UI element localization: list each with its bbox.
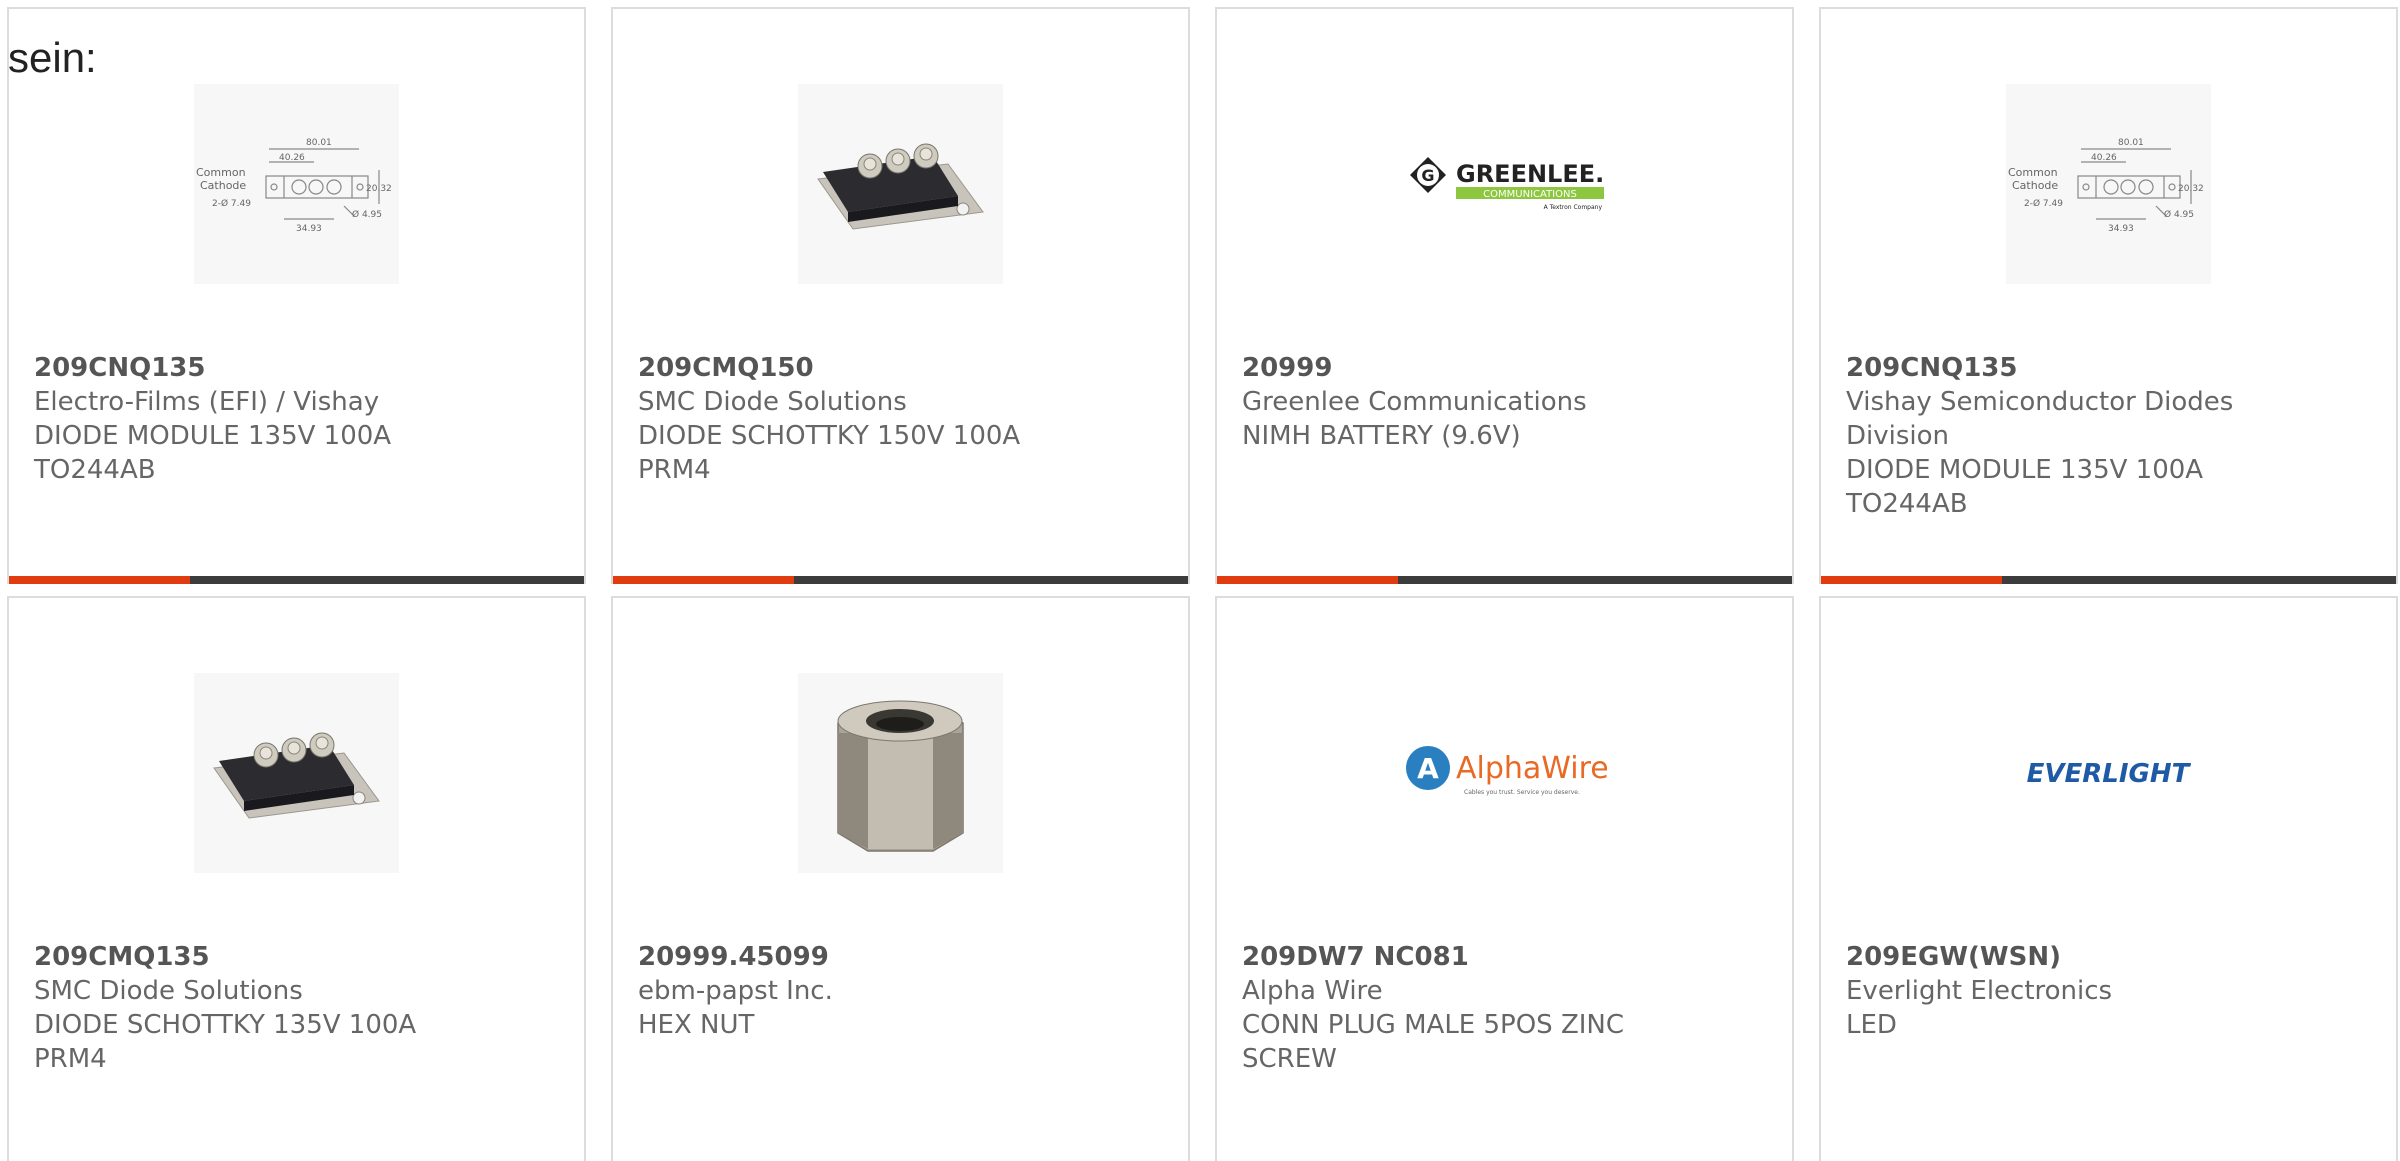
product-card[interactable]: Common Cathode 80.01 40.26 20.32 2-Ø 7.4… <box>1819 7 2398 584</box>
part-number[interactable]: 209CNQ135 <box>34 351 564 385</box>
product-info: 209CNQ135 Vishay Semiconductor Diodes Di… <box>1846 351 2376 521</box>
manufacturer: Greenlee Communications <box>1242 387 1587 417</box>
product-info: 209CMQ150 SMC Diode Solutions DIODE SCHO… <box>638 351 1168 487</box>
part-number[interactable]: 209EGW(WSN) <box>1846 940 2376 974</box>
product-image[interactable] <box>613 668 1188 878</box>
drawing-label-cathode: Cathode <box>200 179 246 192</box>
greenlee-sub: COMMUNICATIONS <box>1483 189 1577 200</box>
product-image[interactable]: G GREENLEE. COMMUNICATIONS A Textron Com… <box>1217 79 1792 289</box>
product-info: 209DW7 NC081 Alpha Wire CONN PLUG MALE 5… <box>1242 940 1772 1076</box>
product-image[interactable]: EVERLIGHT <box>1821 668 2396 878</box>
drawing-dim: 2-Ø 7.49 <box>212 198 251 209</box>
product-card[interactable]: 20999.45099 ebm-papst Inc. HEX NUT <box>611 596 1190 1161</box>
description: DIODE MODULE 135V 100A <box>34 421 392 451</box>
drawing-dim: 34.93 <box>296 224 322 234</box>
product-info: 209CNQ135 Electro-Films (EFI) / Vishay D… <box>34 351 564 487</box>
drawing-dim: 34.93 <box>2108 224 2134 234</box>
greenlee-mark: G <box>1421 166 1434 185</box>
drawing-dim: 40.26 <box>2091 153 2117 163</box>
card-bottom-bar <box>1217 576 1792 584</box>
manufacturer: Electro-Films (EFI) / Vishay <box>34 387 380 417</box>
card-accent-bar <box>613 576 795 584</box>
page: sein: Common Cathode 80.01 40.26 20.32 2… <box>0 0 2400 1161</box>
alphawire-logo: A AlphaWire Cables you trust. Service yo… <box>1406 746 1607 796</box>
part-number[interactable]: 209DW7 NC081 <box>1242 940 1772 974</box>
product-info: 20999 Greenlee Communications NIMH BATTE… <box>1242 351 1772 453</box>
dimension-drawing-image: Common Cathode 80.01 40.26 20.32 2-Ø 7.4… <box>2006 84 2211 284</box>
part-number[interactable]: 20999.45099 <box>638 940 1168 974</box>
product-card[interactable]: Common Cathode 80.01 40.26 20.32 2-Ø 7.4… <box>7 7 586 584</box>
drawing-label-common: Common <box>2008 166 2058 179</box>
manufacturer: ebm-papst Inc. <box>638 976 833 1006</box>
product-image[interactable] <box>613 79 1188 289</box>
part-number[interactable]: 209CMQ135 <box>34 940 564 974</box>
alphawire-tag: Cables you trust. Service you deserve. <box>1464 789 1580 796</box>
drawing-label-cathode: Cathode <box>2012 179 2058 192</box>
drawing-dim: 80.01 <box>306 138 332 148</box>
drawing-label-common: Common <box>196 166 246 179</box>
part-number[interactable]: 209CNQ135 <box>1846 351 2376 385</box>
card-bottom-bar <box>9 576 584 584</box>
description: DIODE SCHOTTKY 150V 100A <box>638 421 1021 451</box>
manufacturer: Alpha Wire <box>1242 976 1383 1006</box>
drawing-dim: Ø 4.95 <box>2164 209 2194 220</box>
drawing-dim: Ø 4.95 <box>352 209 382 220</box>
description: NIMH BATTERY (9.6V) <box>1242 421 1521 451</box>
drawing-dim: 20.32 <box>2178 184 2204 194</box>
everlight-logo: EVERLIGHT <box>2027 759 2192 789</box>
product-card[interactable]: A AlphaWire Cables you trust. Service yo… <box>1215 596 1794 1161</box>
product-image[interactable]: A AlphaWire Cables you trust. Service yo… <box>1217 668 1792 878</box>
product-info: 209CMQ135 SMC Diode Solutions DIODE SCHO… <box>34 940 564 1076</box>
drawing-dim: 80.01 <box>2118 138 2144 148</box>
product-card[interactable]: 209CMQ135 SMC Diode Solutions DIODE SCHO… <box>7 596 586 1161</box>
drawing-dim: 2-Ø 7.49 <box>2024 198 2063 209</box>
card-accent-bar <box>1217 576 1399 584</box>
card-bottom-bar <box>1821 576 2396 584</box>
manufacturer: SMC Diode Solutions <box>638 387 907 417</box>
greenlee-tag: A Textron Company <box>1544 204 1603 211</box>
description-package: TO244AB <box>34 455 156 485</box>
card-accent-bar <box>1821 576 2003 584</box>
dimension-drawing-image: Common Cathode 80.01 40.26 20.32 2-Ø 7.4… <box>194 84 399 284</box>
alphawire-mark: A <box>1417 752 1439 785</box>
product-image[interactable]: Common Cathode 80.01 40.26 20.32 2-Ø 7.4… <box>1821 79 2396 289</box>
description-package: TO244AB <box>1846 489 1968 519</box>
diode-module-image <box>798 84 1003 284</box>
product-image[interactable] <box>9 668 584 878</box>
product-card[interactable]: 209CMQ150 SMC Diode Solutions DIODE SCHO… <box>611 7 1190 584</box>
description-package: PRM4 <box>34 1044 107 1074</box>
description-package: PRM4 <box>638 455 711 485</box>
product-grid: Common Cathode 80.01 40.26 20.32 2-Ø 7.4… <box>7 7 2400 1161</box>
description: DIODE SCHOTTKY 135V 100A <box>34 1010 417 1040</box>
everlight-name: EVERLIGHT <box>2027 759 2192 789</box>
drawing-dim: 40.26 <box>279 153 305 163</box>
description: LED <box>1846 1010 1897 1040</box>
product-card[interactable]: G GREENLEE. COMMUNICATIONS A Textron Com… <box>1215 7 1794 584</box>
product-image[interactable]: Common Cathode 80.01 40.26 20.32 2-Ø 7.4… <box>9 79 584 289</box>
manufacturer: Vishay Semiconductor Diodes Division <box>1846 387 2234 451</box>
product-info: 20999.45099 ebm-papst Inc. HEX NUT <box>638 940 1168 1042</box>
description: HEX NUT <box>638 1010 755 1040</box>
alphawire-name: AlphaWire <box>1456 751 1607 786</box>
greenlee-logo: G GREENLEE. COMMUNICATIONS A Textron Com… <box>1410 157 1604 211</box>
card-accent-bar <box>9 576 191 584</box>
manufacturer: Everlight Electronics <box>1846 976 2113 1006</box>
part-number[interactable]: 209CMQ150 <box>638 351 1168 385</box>
lead-text: sein: <box>8 34 97 81</box>
greenlee-name: GREENLEE. <box>1456 160 1604 188</box>
manufacturer: SMC Diode Solutions <box>34 976 303 1006</box>
product-card[interactable]: EVERLIGHT 209EGW(WSN) Everlight Electron… <box>1819 596 2398 1161</box>
product-info: 209EGW(WSN) Everlight Electronics LED <box>1846 940 2376 1042</box>
description: CONN PLUG MALE 5POS ZINC SCREW <box>1242 1010 1625 1074</box>
hex-nut-image <box>798 673 1003 873</box>
description: DIODE MODULE 135V 100A <box>1846 455 2204 485</box>
drawing-dim: 20.32 <box>366 184 392 194</box>
card-bottom-bar <box>613 576 1188 584</box>
part-number[interactable]: 20999 <box>1242 351 1772 385</box>
diode-module-image <box>194 673 399 873</box>
